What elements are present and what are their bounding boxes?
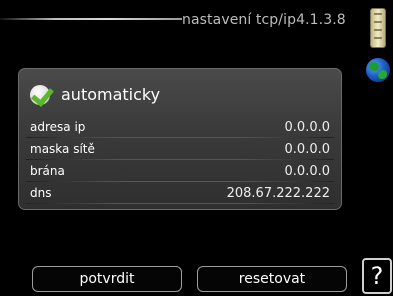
reset-button[interactable]: resetovat [197,266,347,292]
netmask-row[interactable]: maska sítě 0.0.0.0 [24,138,336,160]
dns-value: 208.67.222.222 [226,185,330,201]
ip-address-value: 0.0.0.0 [284,119,330,135]
automatic-label: automaticky [61,84,161,104]
dns-label: dns [30,186,52,200]
gateway-value: 0.0.0.0 [284,163,330,179]
help-button[interactable]: ? [362,258,392,294]
globe-icon [366,58,390,82]
gateway-label: brána [30,164,65,178]
confirm-button[interactable]: potvrdit [32,266,182,292]
ip-address-label: adresa ip [30,120,86,134]
netmask-value: 0.0.0.0 [284,141,330,157]
gateway-row[interactable]: brána 0.0.0.0 [24,160,336,182]
tcpip-settings-panel: automaticky adresa ip 0.0.0.0 maska sítě… [18,68,342,210]
ip-address-row[interactable]: adresa ip 0.0.0.0 [24,116,336,138]
dns-row[interactable]: dns 208.67.222.222 [24,182,336,204]
netmask-label: maska sítě [30,142,95,156]
checkmark-icon [29,82,53,106]
thermometer-icon [370,8,386,48]
page-title: nastavení tcp/ip4.1.3.8 [182,12,346,28]
network-fields: adresa ip 0.0.0.0 maska sítě 0.0.0.0 brá… [24,116,336,204]
automatic-checkbox[interactable]: automaticky [29,79,160,109]
header-divider [0,18,182,20]
